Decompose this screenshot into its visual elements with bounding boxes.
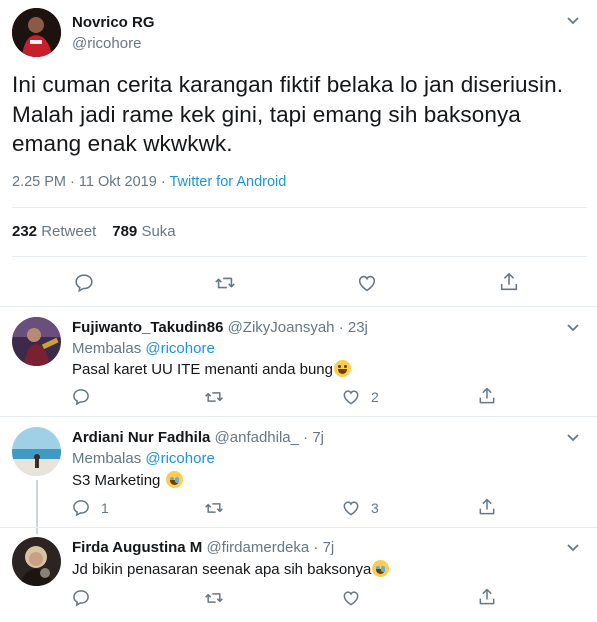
tweet-text-line: emang enak wkwkwk. (12, 131, 233, 156)
reply-time[interactable]: · 7j (303, 429, 324, 446)
like-label: Suka (141, 223, 176, 240)
like-stat[interactable]: 789 Suka (112, 223, 175, 240)
replying-to-link[interactable]: @ricohore (145, 340, 214, 357)
divider (12, 256, 587, 257)
reply-author-handle[interactable]: @anfadhila_ (215, 429, 299, 446)
grinning-face-emoji (333, 360, 351, 377)
author-avatar[interactable] (12, 8, 61, 57)
reply-author-handle[interactable]: @ZikyJoansyah (228, 319, 335, 336)
reply-author-name[interactable]: Ardiani Nur Fadhila (72, 429, 210, 446)
reply-text-content: S3 Marketing (72, 472, 161, 489)
share-button[interactable] (477, 497, 497, 517)
tears-of-joy-emoji (165, 471, 183, 488)
retweet-button[interactable] (204, 498, 224, 518)
comment-bubble-icon (73, 389, 89, 406)
retweet-button[interactable] (204, 588, 224, 608)
retweet-label: Retweet (41, 223, 97, 240)
reply-avatar[interactable] (12, 427, 61, 476)
retweet-arrows-icon (205, 593, 223, 603)
like-count: 2 (371, 389, 379, 405)
reply-button[interactable] (73, 272, 95, 294)
chevron-down-icon[interactable] (566, 433, 580, 443)
reply-author-name[interactable]: Fujiwanto_Takudin86 (72, 319, 223, 336)
retweet-arrows-icon (215, 277, 235, 289)
reply-avatar[interactable] (12, 537, 61, 586)
tweet-text-line: Malah jadi rame kek gini, tapi emang sih… (12, 101, 521, 127)
reply-tweet[interactable]: Fujiwanto_Takudin86 @ZikyJoansyah · 23j … (0, 307, 597, 417)
tears-of-joy-emoji (372, 560, 390, 577)
thread-connector (36, 480, 38, 534)
reply-avatar[interactable] (12, 317, 61, 366)
meta-separator: · (156, 174, 170, 190)
tweet-date[interactable]: 11 Okt 2019 (79, 174, 157, 190)
heart-outline-icon (343, 591, 359, 606)
divider (0, 527, 597, 528)
heart-outline-icon (343, 501, 359, 516)
reply-button[interactable] (71, 588, 91, 608)
comment-bubble-icon (73, 590, 89, 607)
retweet-count: 232 (12, 223, 38, 240)
like-count: 3 (371, 500, 379, 516)
retweet-button[interactable] (204, 387, 224, 407)
main-tweet: Novrico RG @ricohore Ini cuman cerita ka… (0, 0, 597, 307)
author-handle[interactable]: @ricohore (72, 35, 141, 52)
like-button[interactable]: 3 (341, 498, 379, 518)
reply-text-content: Pasal karet UU ITE menanti anda bung (72, 361, 333, 378)
chevron-down-icon[interactable] (566, 323, 580, 333)
comment-bubble-icon (73, 500, 89, 517)
reply-tweet[interactable]: Firda Augustina M @firdamerdeka · 7j Jd … (0, 527, 597, 622)
tweet-text: Ini cuman cerita karangan fiktif belaka … (12, 70, 587, 159)
retweet-arrows-icon (205, 392, 223, 402)
reply-author-handle[interactable]: @firdamerdeka (206, 539, 309, 556)
tweet-meta: 2.25 PM · 11 Okt 2019 · Twitter for Andr… (12, 174, 286, 190)
replying-to: Membalas @ricohore (72, 450, 215, 467)
reply-header: Fujiwanto_Takudin86 @ZikyJoansyah · 23j (72, 319, 368, 336)
reply-text: Jd bikin penasaran seenak apa sih bakson… (72, 560, 390, 578)
share-upload-icon (500, 272, 518, 291)
meta-separator: · (66, 174, 79, 190)
tweet-time[interactable]: 2.25 PM (12, 174, 66, 190)
reply-time[interactable]: · 23j (339, 319, 368, 336)
share-button[interactable] (498, 271, 520, 293)
replying-to-label: Membalas (72, 340, 142, 357)
reply-author-name[interactable]: Firda Augustina M (72, 539, 202, 556)
tweet-text-line: Ini cuman cerita karangan fiktif belaka … (12, 72, 564, 97)
reply-text: S3 Marketing (72, 471, 183, 489)
reply-time[interactable]: · 7j (313, 539, 334, 556)
reply-button[interactable]: 1 (71, 498, 109, 518)
reply-count: 1 (101, 500, 109, 516)
heart-outline-icon (343, 390, 359, 405)
replying-to: Membalas @ricohore (72, 340, 215, 357)
reply-header: Firda Augustina M @firdamerdeka · 7j (72, 539, 334, 556)
tweet-stats: 232 Retweet 789 Suka (12, 223, 176, 240)
like-button[interactable] (356, 272, 378, 294)
retweet-button[interactable] (214, 272, 236, 294)
author-name[interactable]: Novrico RG (72, 14, 155, 31)
reply-button[interactable] (71, 387, 103, 407)
tweet-client-link[interactable]: Twitter for Android (169, 174, 286, 190)
chevron-down-icon[interactable] (566, 16, 580, 26)
comment-bubble-icon (75, 274, 93, 293)
reply-text: Pasal karet UU ITE menanti anda bung (72, 360, 351, 378)
reply-header: Ardiani Nur Fadhila @anfadhila_ · 7j (72, 429, 324, 446)
replying-to-label: Membalas (72, 450, 142, 467)
reply-text-content: Jd bikin penasaran seenak apa sih bakson… (72, 561, 372, 578)
share-upload-icon (479, 588, 495, 605)
like-button[interactable] (341, 588, 361, 608)
retweet-arrows-icon (205, 503, 223, 513)
chevron-down-icon[interactable] (566, 543, 580, 553)
retweet-stat[interactable]: 232 Retweet (12, 223, 96, 240)
share-upload-icon (479, 387, 495, 404)
share-button[interactable] (477, 386, 497, 406)
divider (12, 207, 587, 208)
share-upload-icon (479, 498, 495, 515)
like-button[interactable]: 2 (341, 387, 379, 407)
like-count: 789 (112, 223, 138, 240)
heart-outline-icon (358, 275, 376, 292)
replying-to-link[interactable]: @ricohore (145, 450, 214, 467)
share-button[interactable] (477, 587, 497, 607)
